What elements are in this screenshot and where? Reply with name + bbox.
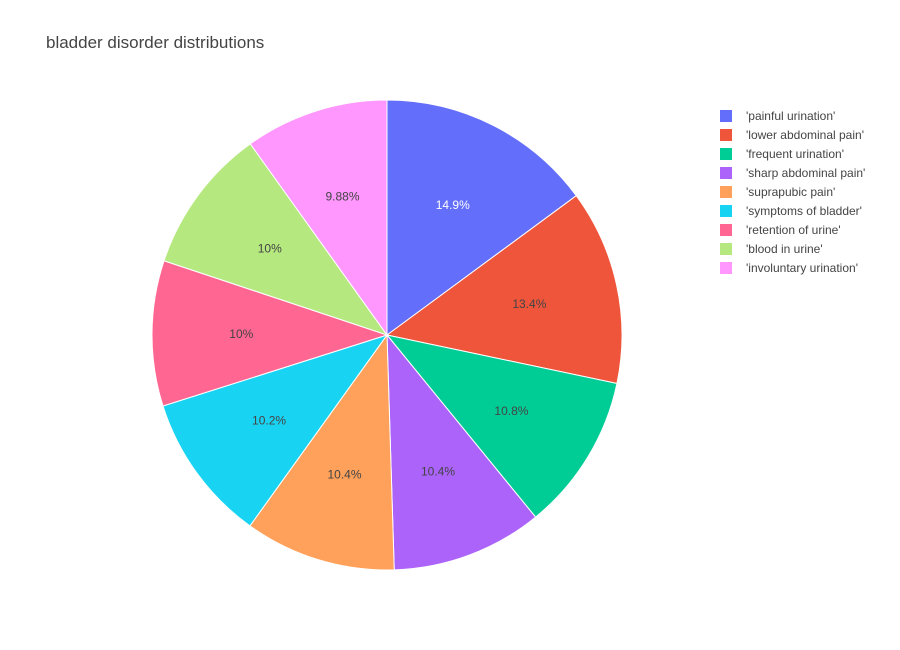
legend-item[interactable]: 'symptoms of bladder'	[720, 201, 865, 220]
legend-swatch	[720, 204, 732, 217]
slice-value-label: 10.4%	[421, 464, 455, 478]
slice-value-label: 10.2%	[252, 414, 286, 428]
legend-label: 'blood in urine'	[746, 241, 823, 256]
slice-value-label: 13.4%	[512, 297, 546, 311]
legend-swatch	[720, 223, 732, 236]
legend-item[interactable]: 'frequent urination'	[720, 144, 865, 163]
legend-item[interactable]: 'blood in urine'	[720, 239, 865, 258]
legend-label: 'sharp abdominal pain'	[746, 165, 866, 180]
slice-value-label: 14.9%	[436, 198, 470, 212]
slice-value-label: 10.4%	[327, 467, 361, 481]
legend-item[interactable]: 'involuntary urination'	[720, 258, 865, 277]
legend-label: 'involuntary urination'	[746, 260, 858, 275]
legend[interactable]: 'painful urination' 'lower abdominal pain…	[720, 106, 865, 277]
legend-swatch	[720, 185, 732, 198]
legend-item[interactable]: 'suprapubic pain'	[720, 182, 865, 201]
legend-swatch	[720, 147, 732, 160]
slice-value-label: 10%	[258, 241, 282, 255]
legend-label: 'suprapubic pain'	[746, 184, 836, 199]
legend-swatch	[720, 109, 732, 122]
pie-chart: 14.9% 13.4% 10.8% 10.4% 10.4% 10.2% 10% 10% 9.88…	[151, 99, 623, 571]
legend-item[interactable]: 'retention of urine'	[720, 220, 865, 239]
legend-swatch	[720, 261, 732, 274]
slice-value-label: 10%	[229, 327, 253, 341]
legend-label: 'retention of urine'	[746, 222, 841, 237]
legend-item[interactable]: 'painful urination'	[720, 106, 865, 125]
legend-swatch	[720, 242, 732, 255]
legend-swatch	[720, 128, 732, 141]
legend-label: 'painful urination'	[746, 108, 836, 123]
legend-label: 'frequent urination'	[746, 146, 844, 161]
slice-value-label: 10.8%	[494, 404, 528, 418]
legend-item[interactable]: 'sharp abdominal pain'	[720, 163, 865, 182]
slice-value-label: 9.88%	[325, 189, 359, 203]
legend-swatch	[720, 166, 732, 179]
legend-item[interactable]: 'lower abdominal pain'	[720, 125, 865, 144]
legend-label: 'lower abdominal pain'	[746, 127, 864, 142]
legend-label: 'symptoms of bladder'	[746, 203, 862, 218]
